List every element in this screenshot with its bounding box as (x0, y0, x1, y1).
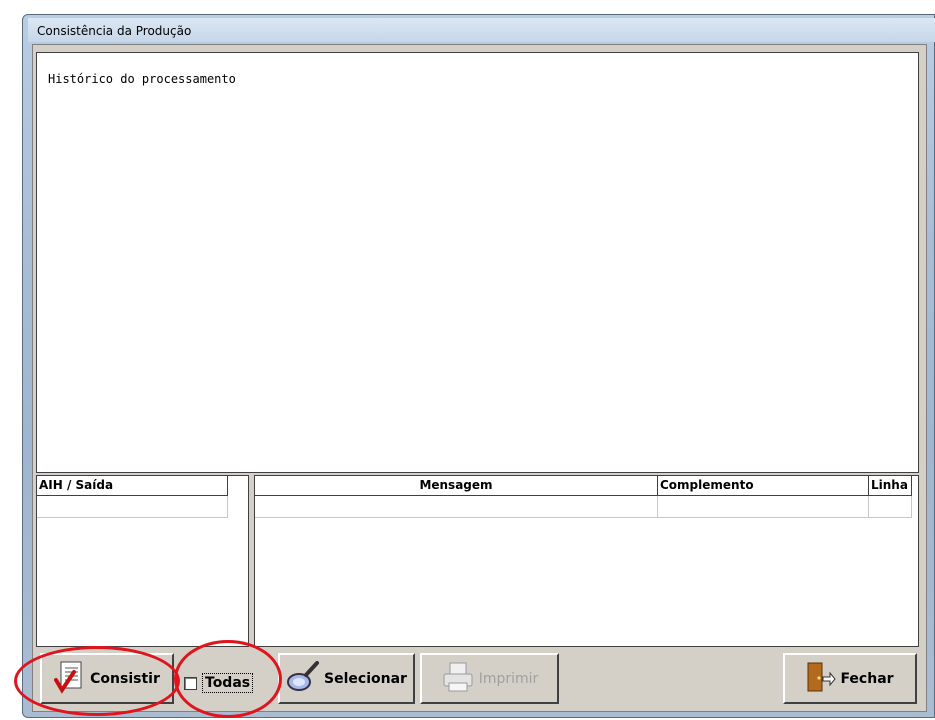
processing-log-text: Histórico do processamento (48, 72, 236, 86)
exit-door-icon (806, 661, 837, 697)
imprimir-button[interactable]: Imprimir (420, 653, 559, 704)
todas-checkbox[interactable]: Todas (184, 672, 254, 694)
fechar-button-label: Fechar (840, 670, 894, 687)
table-cell[interactable] (37, 496, 228, 518)
messages-grid[interactable]: Mensagem Complemento Linha (254, 475, 919, 647)
consistir-button[interactable]: Consistir (40, 653, 174, 704)
column-header-mensagem[interactable]: Mensagem (255, 476, 658, 496)
table-cell[interactable] (869, 496, 912, 518)
aih-grid[interactable]: AIH / Saída (36, 475, 249, 647)
printer-icon (441, 661, 475, 697)
imprimir-button-label: Imprimir (478, 670, 539, 687)
column-header-linha[interactable]: Linha (869, 476, 912, 496)
todas-checkbox-box[interactable] (184, 676, 197, 690)
todas-checkbox-label: Todas (202, 673, 254, 693)
checklist-icon (54, 660, 86, 698)
window-title: Consistência da Produção (37, 24, 192, 38)
column-header-complemento[interactable]: Complemento (658, 476, 869, 496)
fechar-button[interactable]: Fechar (783, 653, 917, 704)
processing-log[interactable] (36, 52, 919, 473)
column-header-aih[interactable]: AIH / Saída (37, 476, 228, 496)
magnifier-icon (286, 660, 320, 698)
selecionar-button-label: Selecionar (324, 670, 407, 687)
consistir-button-label: Consistir (90, 670, 160, 687)
selecionar-button[interactable]: Selecionar (278, 653, 415, 704)
table-cell[interactable] (255, 496, 658, 518)
table-cell[interactable] (658, 496, 869, 518)
